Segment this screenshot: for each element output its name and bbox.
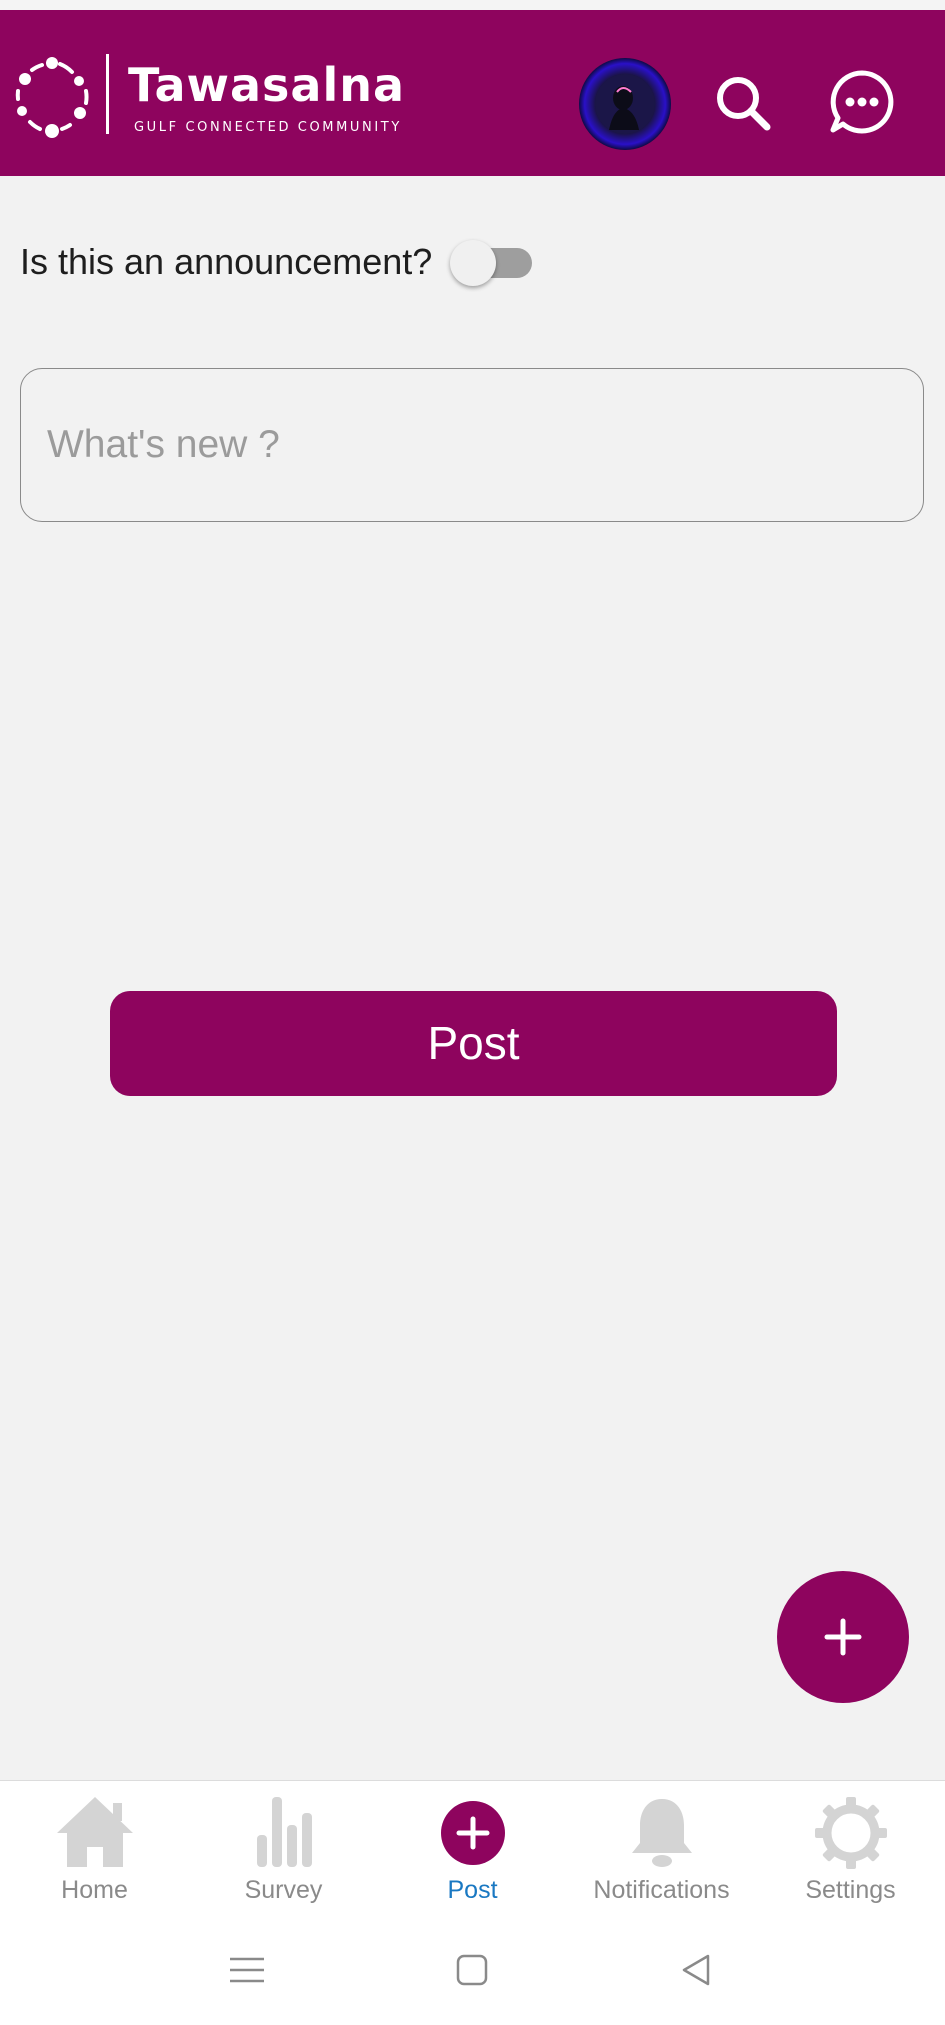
whats-new-input[interactable]: What's new ? — [20, 368, 924, 522]
gear-icon — [814, 1797, 887, 1869]
chat-bubble-icon[interactable] — [828, 68, 896, 136]
nav-item-survey[interactable]: Survey — [189, 1781, 378, 1918]
nav-label-settings: Settings — [805, 1876, 896, 1904]
add-circle-icon — [440, 1801, 505, 1865]
profile-avatar[interactable] — [579, 58, 671, 150]
announcement-label: Is this an announcement? — [20, 241, 433, 282]
app-header: Tawasalna Gulf Connected Community — [0, 10, 945, 176]
home-icon — [56, 1797, 133, 1867]
avatar-figure-icon — [595, 74, 655, 134]
app-tagline: Gulf Connected Community — [134, 120, 402, 135]
nav-label-survey: Survey — [244, 1876, 323, 1904]
bar-chart-icon — [256, 1797, 312, 1867]
nav-item-notifications[interactable]: Notifications — [567, 1781, 756, 1918]
system-navigation-bar — [0, 1917, 945, 2025]
status-bar — [0, 0, 945, 10]
floating-add-button[interactable] — [777, 1571, 909, 1703]
nav-label-home: Home — [61, 1876, 128, 1904]
toggle-knob — [450, 240, 496, 286]
whats-new-placeholder: What's new ? — [47, 423, 280, 466]
nav-item-post[interactable]: Post — [378, 1781, 567, 1918]
home-square-icon[interactable] — [449, 1947, 495, 1993]
nav-label-notifications: Notifications — [593, 1876, 730, 1904]
search-icon[interactable] — [712, 72, 774, 134]
app-name: Tawasalna — [128, 58, 406, 112]
logo-icon — [15, 57, 89, 138]
plus-icon — [824, 1618, 862, 1656]
nav-item-home[interactable]: Home — [0, 1781, 189, 1918]
nav-item-settings[interactable]: Settings — [756, 1781, 945, 1918]
bell-icon — [631, 1799, 692, 1867]
announcement-toggle[interactable] — [450, 240, 534, 286]
post-button[interactable]: Post — [110, 991, 837, 1096]
menu-icon[interactable] — [224, 1947, 270, 1993]
back-icon[interactable] — [674, 1947, 720, 1993]
logo-divider — [106, 54, 109, 134]
bottom-navigation: Home Survey Post Notifications Settings — [0, 1780, 945, 1918]
nav-label-post: Post — [447, 1876, 498, 1904]
